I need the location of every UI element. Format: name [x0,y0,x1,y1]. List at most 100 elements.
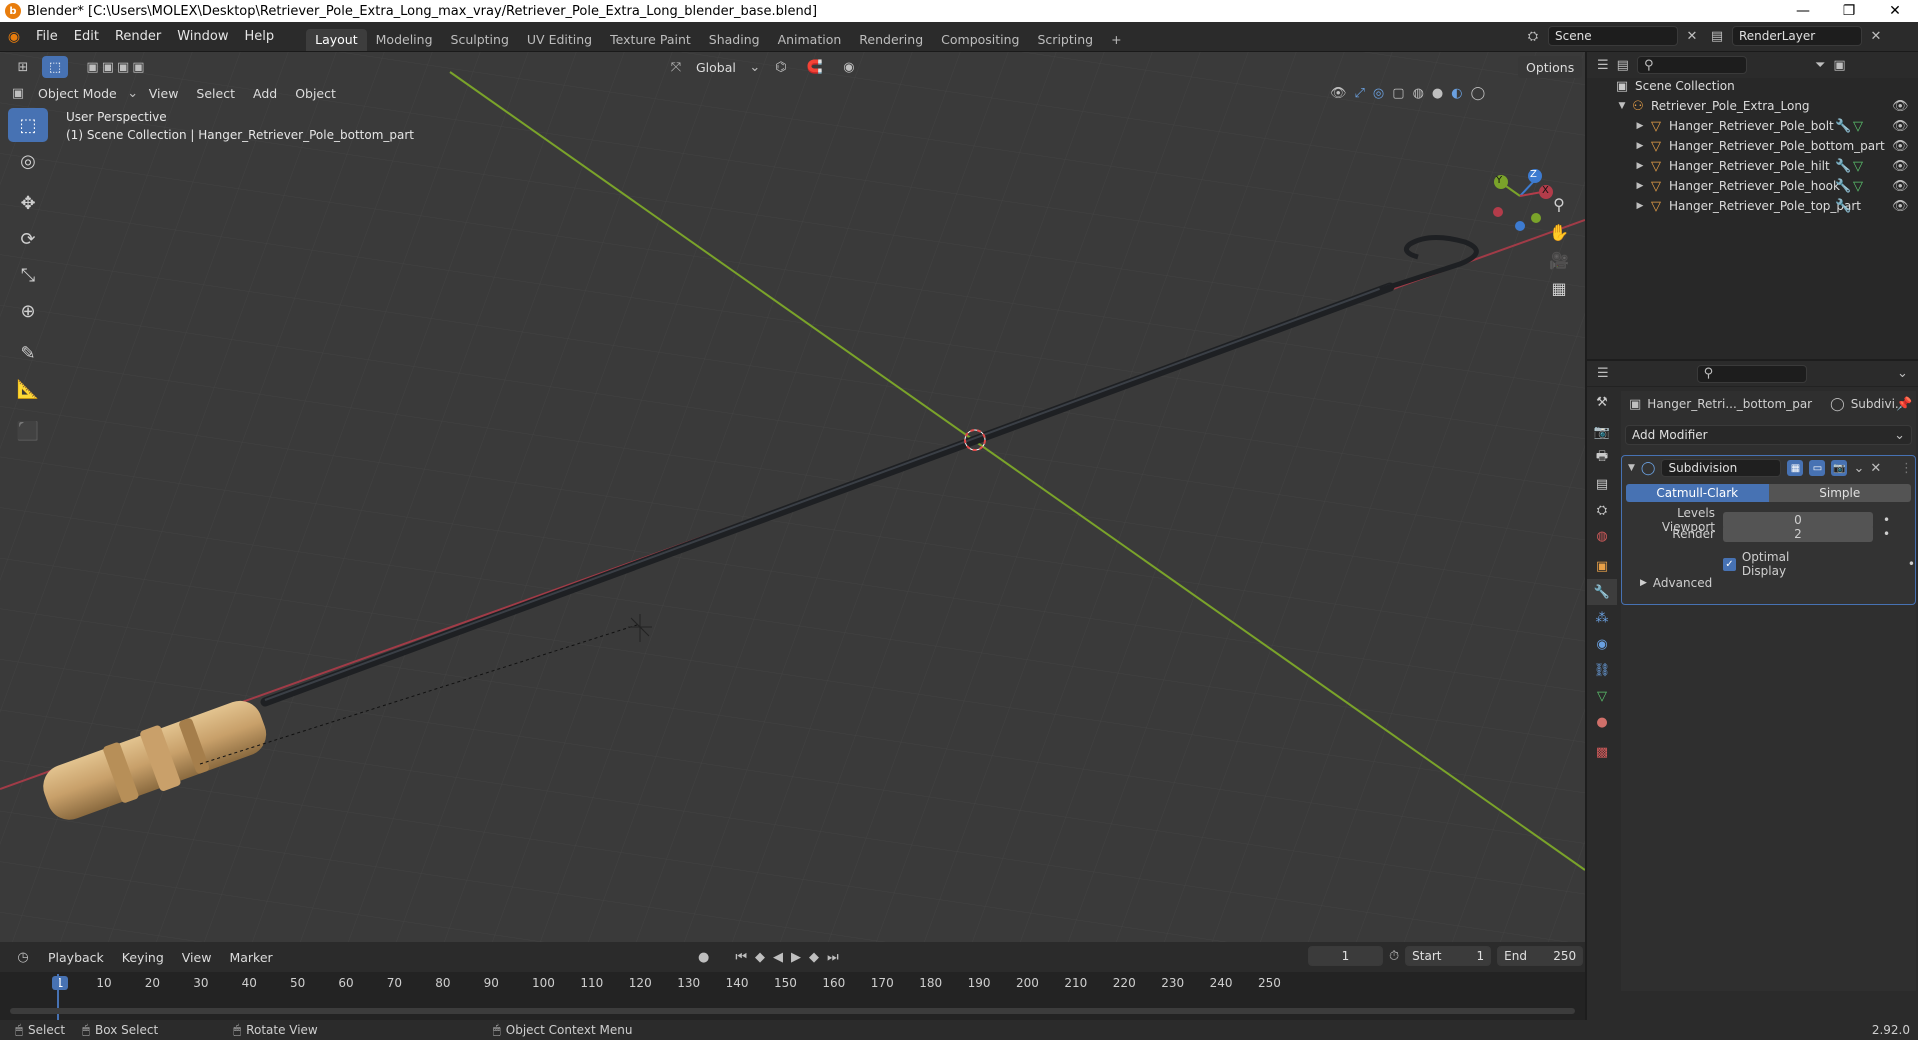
expand-arrow-icon[interactable]: ▶ [1633,141,1647,151]
view-layer-icon[interactable]: ▤ [1706,29,1728,44]
material-shading-icon[interactable]: ◐ [1451,86,1462,101]
jump-start-icon[interactable]: ⏮ [735,950,747,965]
mode-chevron-icon[interactable]: ⌄ [127,86,139,101]
outliner-object-row[interactable]: ▶ ▽ Hanger_Retriever_Pole_bolt 🔧 ▽ 👁 [1587,116,1918,136]
expand-arrow-icon[interactable]: ▶ [1633,121,1647,131]
render-tab-icon[interactable]: 📷 [1587,419,1617,445]
add-cube-tool-icon[interactable]: ⬛ [8,414,48,448]
expand-arrow-icon[interactable]: ▼ [1615,101,1629,111]
outliner-search-input[interactable]: ⚲ [1636,56,1747,74]
mesh-data-icon[interactable]: ▽ [1853,119,1863,134]
menu-select[interactable]: Select [188,86,243,101]
pivot-point-icon[interactable]: ⌬ [766,60,796,75]
world-tab-icon[interactable]: ◍ [1587,523,1617,549]
transform-tool-icon[interactable]: ⊕ [8,294,48,328]
tab-rendering[interactable]: Rendering [850,29,932,51]
timeline-ruler[interactable]: 1 10 20 30 40 50 60 70 80 90 100 110 120 130 140 150 160… [0,972,1585,992]
timeline-scrollbar[interactable] [10,1008,1575,1014]
measure-tool-icon[interactable]: 📐 [8,372,48,406]
keyframe-dot-icon[interactable]: • [1883,527,1890,541]
modifier-wrench-icon[interactable]: 🔧 [1835,199,1851,214]
properties-editor-icon[interactable]: ☰ [1597,366,1609,381]
auto-keying-icon[interactable]: ● [698,950,709,965]
add-modifier-dropdown[interactable]: Add Modifier ⌄ [1625,425,1912,445]
object-tab-icon[interactable]: ▣ [1587,553,1617,579]
optimal-display-checkbox[interactable]: ✓ [1723,557,1736,571]
scale-tool-icon[interactable]: ⤡ [8,258,48,292]
tab-texture-paint[interactable]: Texture Paint [601,29,700,51]
rendered-shading-icon[interactable]: ◯ [1471,86,1486,101]
camera-view-icon[interactable]: 🎥 [1545,246,1573,274]
edit-mode-toggle-icon[interactable]: ▦ [1787,460,1804,476]
outliner-collection-row[interactable]: ▼ ⚇ Retriever_Pole_Extra_Long 👁 [1587,96,1918,116]
tab-layout[interactable]: Layout [306,28,367,51]
editor-type-icon[interactable]: ⊞ [8,60,38,75]
modifier-name-field[interactable]: Subdivision [1661,459,1782,477]
expand-arrow-icon[interactable]: ▶ [1633,181,1647,191]
properties-search-input[interactable]: ⚲ [1696,364,1807,383]
remove-modifier-icon[interactable]: ✕ [1870,461,1881,476]
material-tab-icon[interactable]: ● [1587,709,1617,735]
mesh-data-icon[interactable]: ▽ [1853,159,1863,174]
texture-tab-icon[interactable]: ▩ [1587,739,1617,765]
output-tab-icon[interactable]: 🖶 [1587,445,1617,471]
perspective-toggle-icon[interactable]: ▦ [1545,274,1573,302]
timeline-area[interactable]: 1 10 20 30 40 50 60 70 80 90 100 110 120 130 140 150 160… [0,972,1585,1020]
play-reverse-icon[interactable]: ◀ [773,950,783,965]
menu-window[interactable]: Window [169,22,236,52]
visibility-eye-icon[interactable]: 👁 [1892,99,1909,114]
scene-icon[interactable]: ⛭ [1522,29,1544,44]
select-tool-icon[interactable]: ⬚ [42,56,68,78]
visibility-eye-icon[interactable]: 👁 [1892,119,1909,134]
close-window-button[interactable]: ✕ [1872,0,1918,22]
tab-shading[interactable]: Shading [700,29,769,51]
modifier-wrench-icon[interactable]: 🔧 [1835,119,1851,134]
start-frame-field[interactable]: Start 1 [1405,946,1492,966]
scene-tab-icon[interactable]: ⛭ [1587,497,1617,523]
pin-icon[interactable]: 📌 [1896,397,1912,412]
keyframe-dot-icon[interactable]: • [1908,557,1915,571]
stopwatch-icon[interactable]: ⏱ [1389,949,1399,964]
tab-uv-editing[interactable]: UV Editing [518,29,601,51]
menu-timeline-view[interactable]: View [174,950,220,965]
rotate-tool-icon[interactable]: ⟳ [8,222,48,256]
chevron-down-icon[interactable]: ⌄ [748,60,762,75]
end-frame-field[interactable]: End 250 [1497,946,1584,966]
add-workspace-button[interactable]: + [1102,29,1130,51]
constraints-tab-icon[interactable]: ⛓ [1587,657,1617,683]
visibility-eye-icon[interactable]: 👁 [1892,199,1909,214]
modifier-wrench-icon[interactable]: 🔧 [1835,179,1851,194]
solid-shading-icon[interactable]: ● [1432,86,1443,101]
move-tool-icon[interactable]: ✥ [8,186,48,220]
new-collection-icon[interactable]: ▣ [1833,58,1845,73]
current-frame-field[interactable]: 1 [1308,946,1383,966]
physics-tab-icon[interactable]: ◉ [1587,631,1617,657]
wireframe-shading-icon[interactable]: ◍ [1413,86,1424,101]
view-layer-tab-icon[interactable]: ▤ [1587,471,1617,497]
tab-sculpting[interactable]: Sculpting [442,29,518,51]
xray-icon[interactable]: ▢ [1392,86,1404,101]
tab-compositing[interactable]: Compositing [932,29,1028,51]
display-mode-icon[interactable]: ▤ [1617,58,1629,73]
jump-end-icon[interactable]: ⏭ [827,950,839,965]
next-keyframe-icon[interactable]: ◆ [809,950,819,965]
outliner-object-row[interactable]: ▶ ▽ Hanger_Retriever_Pole_hook 🔧 ▽ 👁 [1587,176,1918,196]
blender-menu-icon[interactable]: ◉ [0,29,28,45]
annotate-tool-icon[interactable]: ✎ [8,336,48,370]
select-box-tool-icon[interactable]: ⬚ [8,108,48,142]
panel-options-icon[interactable]: ⌄ [1897,366,1908,381]
menu-view[interactable]: View [141,86,187,101]
menu-marker[interactable]: Marker [221,950,280,965]
menu-add[interactable]: Add [245,86,285,101]
outliner-object-row[interactable]: ▶ ▽ Hanger_Retriever_Pole_top_part 🔧 👁 [1587,196,1918,216]
tab-modeling[interactable]: Modeling [367,29,442,51]
menu-object[interactable]: Object [287,86,344,101]
zoom-icon[interactable]: ⚲ [1545,190,1573,218]
overlay-icon[interactable]: ◎ [1373,86,1384,101]
scene-selector[interactable]: Scene [1548,26,1678,46]
selection-mode-icons[interactable]: ▣▣▣▣ [72,60,162,75]
menu-file[interactable]: File [28,22,66,52]
object-mode-dropdown[interactable]: Object Mode [30,86,125,101]
menu-help[interactable]: Help [237,22,283,52]
modifier-menu-icon[interactable]: ⌄ [1853,461,1864,476]
